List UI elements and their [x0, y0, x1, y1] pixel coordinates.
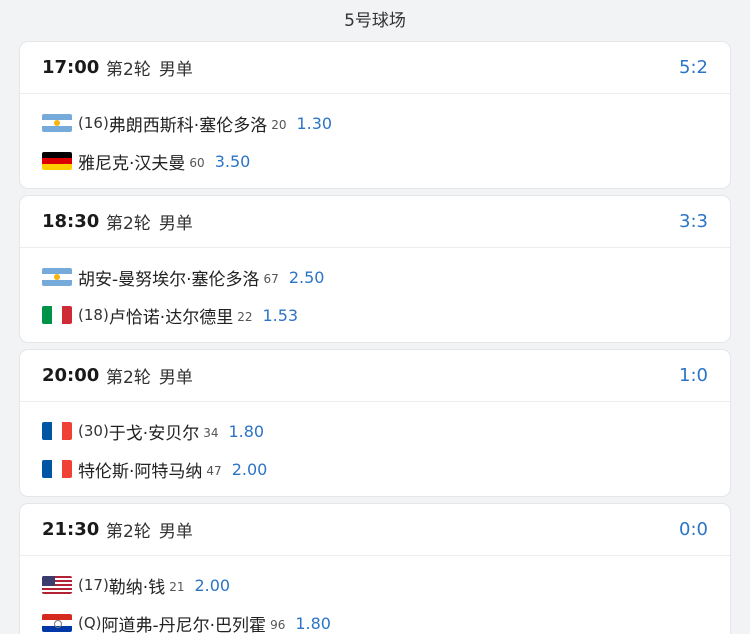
player-row[interactable]: (30) 于戈·安贝尔 34 1.80: [20, 412, 730, 450]
match-card[interactable]: 18:30 第2轮 男单 3:3 胡安-曼努埃尔·塞伦多洛 67 2.50 (18…: [20, 196, 730, 342]
match-score: 0:0: [679, 519, 708, 540]
player-name: 阿道弗-丹尼尔·巴列霍: [101, 615, 267, 634]
france-flag-icon: [42, 422, 72, 440]
italy-flag-icon: [42, 306, 72, 324]
player-rank: 22: [237, 310, 253, 324]
player-odds[interactable]: 1.53: [262, 306, 298, 325]
player-row[interactable]: 雅尼克·汉夫曼 60 3.50: [20, 142, 730, 180]
player-row[interactable]: 特伦斯·阿特马纳 47 2.00: [20, 450, 730, 488]
paraguay-flag-icon: [42, 614, 72, 632]
match-time: 18:30: [42, 211, 100, 232]
player-name: 特伦斯·阿特马纳: [78, 461, 203, 482]
player-row[interactable]: (17) 勒纳·钱 21 2.00: [20, 566, 730, 604]
match-card[interactable]: 21:30 第2轮 男单 0:0 (17) 勒纳·钱 21 2.00 (Q) 阿道…: [20, 504, 730, 634]
player-rank: 67: [263, 272, 279, 286]
player-odds[interactable]: 1.30: [296, 114, 332, 133]
argentina-flag-icon: [42, 114, 72, 132]
player-rank: 21: [169, 580, 185, 594]
player-seed: (Q): [78, 614, 102, 632]
round-label: 第2轮: [106, 522, 151, 542]
argentina-flag-icon: [42, 268, 72, 286]
player-row[interactable]: (16) 弗朗西斯科·塞伦多洛 20 1.30: [20, 104, 730, 142]
round-label: 第2轮: [106, 60, 151, 80]
player-odds[interactable]: 3.50: [215, 152, 251, 171]
match-time: 21:30: [42, 519, 100, 540]
player-odds[interactable]: 2.00: [194, 576, 230, 595]
player-row[interactable]: 胡安-曼努埃尔·塞伦多洛 67 2.50: [20, 258, 730, 296]
match-score: 5:2: [679, 57, 708, 78]
player-name: 胡安-曼努埃尔·塞伦多洛: [78, 269, 260, 290]
player-name: 勒纳·钱: [108, 577, 166, 598]
player-name: 雅尼克·汉夫曼: [78, 153, 186, 174]
player-odds[interactable]: 2.50: [289, 268, 325, 287]
match-card[interactable]: 17:00 第2轮 男单 5:2 (16) 弗朗西斯科·塞伦多洛 20 1.30 …: [20, 42, 730, 188]
player-odds[interactable]: 1.80: [228, 422, 264, 441]
player-rank: 47: [206, 464, 222, 478]
match-header: 17:00 第2轮 男单 5:2: [20, 42, 730, 94]
court-header: 5号球场: [0, 0, 750, 36]
player-name: 卢恰诺·达尔德里: [108, 307, 234, 328]
match-score: 1:0: [679, 365, 708, 386]
match-header: 21:30 第2轮 男单 0:0: [20, 504, 730, 556]
event-label: 男单: [158, 368, 193, 388]
usa-flag-icon: [42, 576, 72, 594]
match-time: 17:00: [42, 57, 100, 78]
event-label: 男单: [158, 60, 193, 80]
match-score: 3:3: [679, 211, 708, 232]
player-seed: (18): [78, 306, 109, 324]
round-label: 第2轮: [106, 214, 151, 234]
match-round: 第2轮 男单: [106, 209, 201, 234]
player-rank: 20: [271, 118, 287, 132]
court-title: 5号球场: [344, 10, 406, 31]
player-name: 于戈·安贝尔: [108, 423, 200, 444]
player-name: 弗朗西斯科·塞伦多洛: [108, 115, 268, 136]
player-rank: 96: [270, 618, 286, 632]
player-rank: 60: [189, 156, 205, 170]
player-odds[interactable]: 1.80: [295, 614, 331, 633]
match-card[interactable]: 20:00 第2轮 男单 1:0 (30) 于戈·安贝尔 34 1.80 特伦斯·…: [20, 350, 730, 496]
match-round: 第2轮 男单: [106, 517, 201, 542]
match-round: 第2轮 男单: [106, 55, 201, 80]
player-rank: 34: [203, 426, 219, 440]
match-header: 20:00 第2轮 男单 1:0: [20, 350, 730, 402]
event-label: 男单: [158, 214, 193, 234]
germany-flag-icon: [42, 152, 72, 170]
round-label: 第2轮: [106, 368, 151, 388]
player-seed: (17): [78, 576, 109, 594]
match-header: 18:30 第2轮 男单 3:3: [20, 196, 730, 248]
match-time: 20:00: [42, 365, 100, 386]
player-row[interactable]: (18) 卢恰诺·达尔德里 22 1.53: [20, 296, 730, 334]
france-flag-icon: [42, 460, 72, 478]
event-label: 男单: [158, 522, 193, 542]
player-seed: (30): [78, 422, 109, 440]
player-seed: (16): [78, 114, 109, 132]
player-row[interactable]: (Q) 阿道弗-丹尼尔·巴列霍 96 1.80: [20, 604, 730, 634]
match-list: 17:00 第2轮 男单 5:2 (16) 弗朗西斯科·塞伦多洛 20 1.30 …: [0, 42, 750, 634]
player-odds[interactable]: 2.00: [232, 460, 268, 479]
match-round: 第2轮 男单: [106, 363, 201, 388]
